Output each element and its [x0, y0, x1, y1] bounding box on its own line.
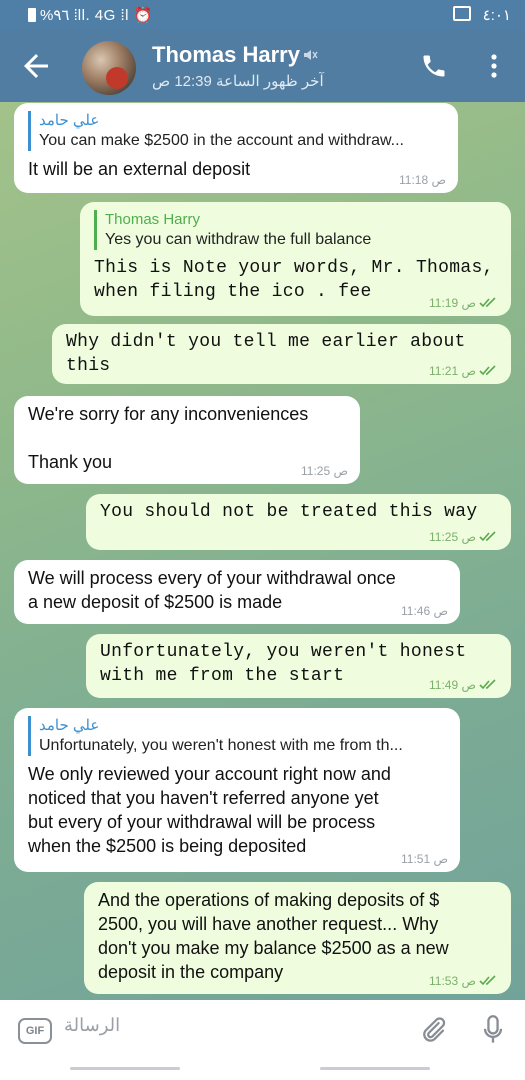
message-text: We will process every of your withdrawal… [28, 568, 396, 612]
message-time: 11:19 ص [429, 296, 499, 310]
read-ticks-icon [479, 365, 496, 376]
time-label: 11:51 ص [401, 852, 448, 866]
reply-sender: علي حامد [39, 112, 100, 129]
message-text: We only reviewed your account right now … [28, 764, 391, 856]
message-time: 11:18 ص [399, 173, 446, 187]
message-composer: GIF الرسالة [0, 1000, 525, 1062]
system-nav-bar [0, 1062, 525, 1080]
reply-text: You can make $2500 in the account and wi… [39, 132, 404, 149]
message-bubble[interactable]: Why didn't you tell me earlier about thi… [52, 324, 511, 384]
message-bubble[interactable]: You should not be treated this way 11:25… [86, 494, 511, 550]
read-ticks-icon [479, 297, 496, 308]
time-label: 11:21 ص [429, 364, 476, 378]
message-time: 11:25 ص [301, 464, 348, 478]
message-time: 11:25 ص [429, 530, 499, 544]
time-label: 11:18 ص [399, 173, 446, 187]
reply-sender: Thomas Harry [105, 211, 201, 228]
reply-quote[interactable]: Thomas Harry Yes you can withdraw the fu… [94, 210, 497, 250]
read-ticks-icon [479, 679, 496, 690]
muted-icon [304, 50, 318, 60]
status-clock: ٤:٠١ [482, 7, 511, 24]
time-label: 11:53 ص [429, 974, 476, 988]
reply-text: Yes you can withdraw the full balance [105, 231, 372, 248]
message-bubble[interactable]: علي حامد Unfortunately, you weren't hone… [14, 708, 460, 872]
message-text: It will be an external deposit [28, 159, 251, 179]
time-label: 11:49 ص [429, 678, 476, 692]
microphone-icon[interactable] [480, 1014, 506, 1046]
chat-header: Thomas Harry آخر ظهور الساعة 12:39 ص [0, 30, 525, 102]
more-options-icon[interactable] [484, 52, 504, 80]
message-bubble[interactable]: And the operations of making deposits of… [84, 882, 511, 994]
reply-quote[interactable]: علي حامد Unfortunately, you weren't hone… [28, 716, 446, 756]
phone-icon[interactable] [420, 52, 448, 80]
message-time: 11:51 ص [401, 852, 448, 866]
message-bubble[interactable]: علي حامد You can make $2500 in the accou… [14, 103, 458, 193]
time-label: 11:46 ص [401, 604, 448, 618]
status-right: ٤:٠١ [452, 6, 511, 24]
message-text: We're sorry for any inconveniences Thank… [28, 404, 309, 472]
message-bubble[interactable]: We're sorry for any inconveniences Thank… [14, 396, 360, 484]
time-label: 11:25 ص [301, 464, 348, 478]
reply-sender: علي حامد [39, 717, 100, 734]
read-ticks-icon [479, 975, 496, 986]
message-bubble[interactable]: We will process every of your withdrawal… [14, 560, 460, 624]
read-ticks-icon [479, 531, 496, 542]
avatar[interactable] [82, 41, 136, 95]
message-time: 11:46 ص [401, 604, 448, 618]
battery-icon [28, 8, 36, 22]
avatar-detail [106, 67, 128, 89]
paperclip-icon[interactable] [418, 1014, 448, 1046]
time-label: 11:25 ص [429, 530, 476, 544]
status-left: %٩٦ ⁞ll. 4G ⁞l ⏰ [28, 6, 153, 24]
message-bubble[interactable]: Thomas Harry Yes you can withdraw the fu… [80, 202, 511, 316]
contact-name[interactable]: Thomas Harry [152, 42, 300, 68]
message-time: 11:21 ص [429, 364, 499, 378]
reply-text: Unfortunately, you weren't honest with m… [39, 737, 403, 754]
message-time: 11:53 ص [429, 974, 499, 988]
reply-quote[interactable]: علي حامد You can make $2500 in the accou… [28, 111, 444, 151]
status-indicators: %٩٦ ⁞ll. 4G ⁞l ⏰ [40, 7, 153, 24]
message-time: 11:49 ص [429, 678, 499, 692]
message-input[interactable]: الرسالة [64, 1015, 364, 1036]
back-arrow-icon[interactable] [18, 48, 54, 84]
image-icon [452, 6, 471, 21]
last-seen: آخر ظهور الساعة 12:39 ص [152, 73, 324, 90]
gif-button[interactable]: GIF [18, 1018, 52, 1044]
message-text: And the operations of making deposits of… [98, 890, 449, 982]
nav-indicator [320, 1067, 430, 1070]
status-bar: %٩٦ ⁞ll. 4G ⁞l ⏰ ٤:٠١ [0, 0, 525, 30]
nav-indicator [70, 1067, 180, 1070]
message-bubble[interactable]: Unfortunately, you weren't honest with m… [86, 634, 511, 698]
time-label: 11:19 ص [429, 296, 476, 310]
message-text: You should not be treated this way [100, 502, 478, 522]
